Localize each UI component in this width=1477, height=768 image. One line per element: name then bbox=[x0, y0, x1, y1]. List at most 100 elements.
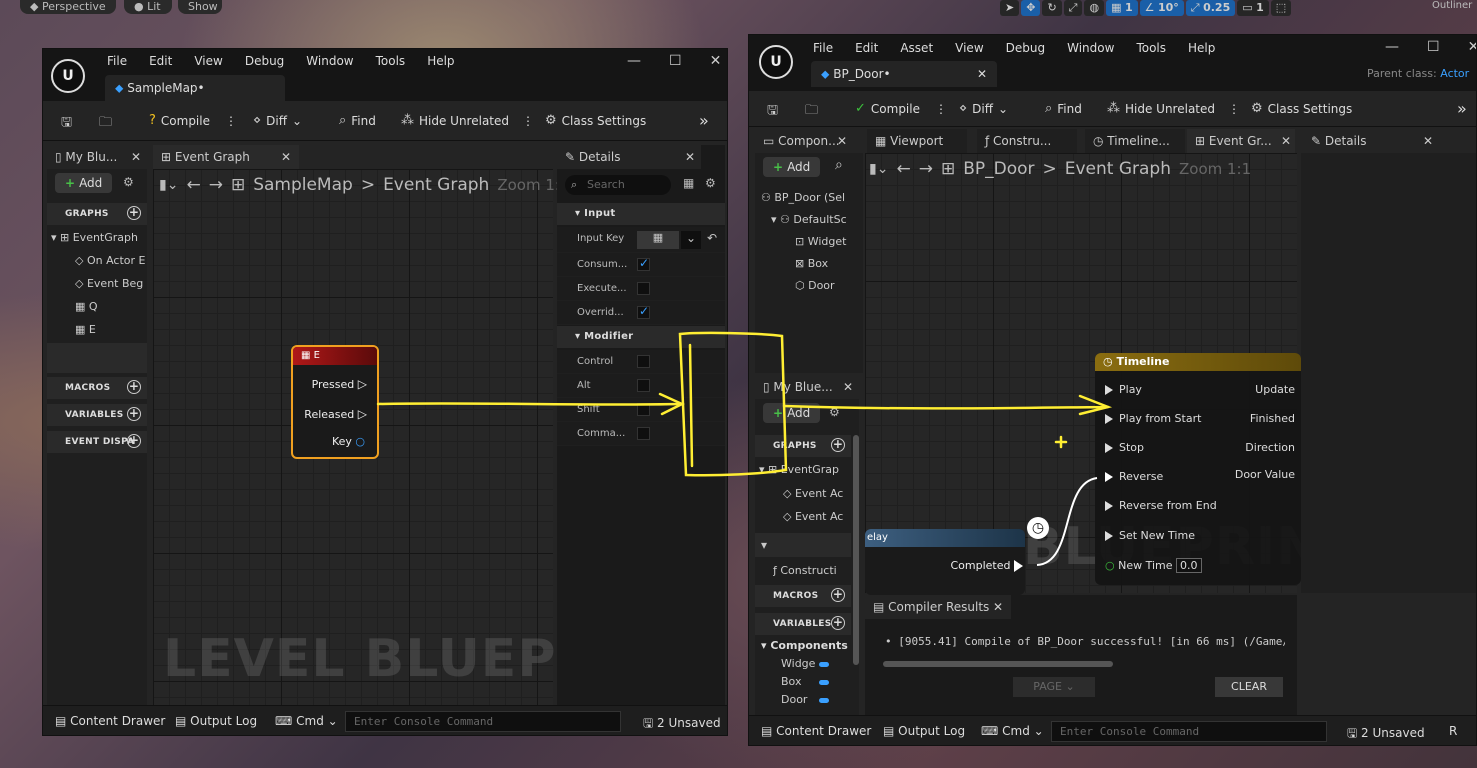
more-icon[interactable]: ⋮ bbox=[522, 114, 534, 128]
functions-section[interactable] bbox=[47, 343, 147, 373]
details-search-input[interactable]: ⌕ Search bbox=[565, 175, 671, 195]
settings-icon[interactable]: ⚙ bbox=[829, 405, 840, 419]
settings-icon[interactable]: ⚙ bbox=[705, 176, 716, 190]
camera-speed-button[interactable]: ▭ 1 bbox=[1237, 0, 1269, 16]
tab-construction[interactable]: ƒ Constru... bbox=[977, 129, 1077, 153]
settings-icon[interactable]: ⚙ bbox=[123, 175, 134, 189]
unsaved-button[interactable]: 🖫 2 Unsaved bbox=[1347, 724, 1425, 745]
tree-item-event-actor-1[interactable]: ◇ Event Ac bbox=[783, 487, 851, 500]
tree-item-event-begin[interactable]: ◇ Event Beg bbox=[75, 277, 147, 290]
diff-button[interactable]: ⋄ Diff ⌄ bbox=[959, 101, 1008, 116]
close-icon[interactable]: ✕ bbox=[837, 129, 847, 153]
menu-help[interactable]: Help bbox=[1188, 41, 1215, 55]
doc-tab-bp-door[interactable]: ⬥ BP_Door• ✕ bbox=[811, 61, 997, 87]
class-settings-button[interactable]: ⚙ Class Settings bbox=[1251, 101, 1352, 116]
close-icon[interactable]: ✕ bbox=[1423, 129, 1433, 153]
more-icon[interactable]: ⋮ bbox=[225, 114, 237, 128]
event-graph-canvas[interactable]: ▮⌄ ← → ⊞ SampleMap > Event Graph Zoom 1:… bbox=[153, 169, 698, 705]
component-door[interactable]: ⬡ Door bbox=[795, 279, 861, 292]
save-button[interactable]: 🖫 bbox=[767, 101, 778, 123]
unsaved-button[interactable]: 🖫 2 Unsaved bbox=[643, 714, 721, 735]
close-icon[interactable]: ✕ bbox=[1468, 39, 1476, 55]
close-icon[interactable]: ✕ bbox=[977, 61, 987, 87]
menu-file[interactable]: File bbox=[813, 41, 833, 55]
pressed-pin[interactable]: Pressed ▷ bbox=[312, 377, 367, 391]
bookmark-icon[interactable]: ▮⌄ bbox=[159, 177, 178, 193]
modifier-category[interactable]: ▾ Modifier bbox=[557, 326, 725, 348]
tab-details[interactable]: ✎ Details ✕ bbox=[1303, 129, 1439, 153]
control-checkbox[interactable] bbox=[637, 355, 650, 368]
add-button[interactable]: + Add bbox=[763, 403, 821, 423]
lit-button[interactable]: ● Lit bbox=[124, 0, 172, 14]
maximize-icon[interactable]: ⬚ bbox=[1270, 0, 1292, 16]
cmd-dropdown[interactable]: ⌨ Cmd ⌄ bbox=[275, 714, 338, 728]
move-icon[interactable]: ✥ bbox=[1021, 0, 1041, 16]
expand-toolbar-icon[interactable]: » bbox=[699, 111, 709, 130]
close-icon[interactable]: ✕ bbox=[993, 595, 1003, 619]
close-icon[interactable]: ✕ bbox=[843, 375, 853, 399]
variables-section[interactable]: VARIABLES + bbox=[755, 613, 851, 635]
more-icon[interactable]: ⋮ bbox=[935, 102, 947, 116]
back-icon[interactable]: ← bbox=[186, 175, 200, 195]
add-macro-icon[interactable]: + bbox=[831, 588, 845, 602]
console-command-input[interactable]: Enter Console Command bbox=[345, 711, 621, 732]
find-button[interactable]: ⌕ Find bbox=[339, 113, 376, 128]
class-settings-button[interactable]: ⚙ Class Settings bbox=[545, 113, 646, 128]
my-blueprint-tab[interactable]: ▯ My Blu... ✕ bbox=[47, 145, 147, 169]
tab-timeline[interactable]: ◷ Timeline... bbox=[1085, 129, 1185, 153]
tab-components[interactable]: ▭ Compon... ✕ bbox=[755, 129, 851, 153]
menu-file[interactable]: File bbox=[107, 54, 127, 68]
tab-viewport[interactable]: ▦ Viewport bbox=[867, 129, 967, 153]
outliner-label[interactable]: Outliner bbox=[1432, 0, 1472, 11]
tree-item-eventgraph[interactable]: ▾ ⊞ EventGraph bbox=[51, 231, 147, 244]
functions-section[interactable]: ▾ bbox=[755, 533, 851, 557]
chevron-down-icon[interactable]: ⌄ bbox=[681, 231, 701, 249]
add-macro-icon[interactable]: + bbox=[127, 380, 141, 394]
scale-snap-button[interactable]: ⤢ 0.25 bbox=[1185, 0, 1236, 16]
components-category[interactable]: ▾ Components bbox=[761, 639, 851, 652]
tree-item-e[interactable]: ▦ E bbox=[75, 323, 147, 336]
browse-button[interactable]: 🗀 bbox=[805, 101, 818, 123]
save-button[interactable]: 🖫 bbox=[61, 113, 72, 135]
rotation-snap-button[interactable]: ∠ 10° bbox=[1139, 0, 1184, 16]
menu-view[interactable]: View bbox=[955, 41, 983, 55]
menu-window[interactable]: Window bbox=[306, 54, 353, 68]
table-view-icon[interactable]: ▦ bbox=[683, 176, 694, 190]
forward-icon[interactable]: → bbox=[209, 175, 223, 195]
close-icon[interactable]: ✕ bbox=[685, 145, 695, 169]
key-e-node[interactable]: ▦ E Pressed ▷ Released ▷ Key ○ bbox=[291, 345, 379, 459]
add-button[interactable]: + Add bbox=[55, 173, 113, 193]
horizontal-scrollbar[interactable] bbox=[883, 661, 1113, 667]
event-graph-canvas[interactable]: ▮⌄ ← → ⊞ BP_Door > Event Graph Zoom 1:1 … bbox=[865, 153, 1356, 595]
menu-asset[interactable]: Asset bbox=[900, 41, 933, 55]
close-icon[interactable]: ✕ bbox=[1281, 129, 1291, 153]
add-component-button[interactable]: + Add bbox=[763, 157, 821, 177]
released-pin[interactable]: Released ▷ bbox=[304, 407, 367, 421]
graphs-section[interactable]: GRAPHS + bbox=[755, 435, 851, 457]
add-graph-icon[interactable]: + bbox=[831, 438, 845, 452]
macros-section[interactable]: MACROS + bbox=[47, 377, 147, 399]
tree-item-q[interactable]: ▦ Q bbox=[75, 300, 147, 313]
menu-tools[interactable]: Tools bbox=[1136, 41, 1166, 55]
var-door[interactable]: Door bbox=[781, 693, 851, 706]
search-icon[interactable]: ⌕ bbox=[835, 157, 843, 173]
tab-event-graph[interactable]: ⊞ Event Gr... ✕ bbox=[1187, 129, 1295, 153]
hide-unrelated-button[interactable]: ⁂ Hide Unrelated ⋮ bbox=[1107, 101, 1240, 116]
browse-button[interactable]: 🗀 bbox=[99, 113, 112, 135]
shift-checkbox[interactable] bbox=[637, 403, 650, 416]
cmd-dropdown[interactable]: ⌨ Cmd ⌄ bbox=[981, 724, 1044, 738]
compile-button[interactable]: ? Compile ⋮ bbox=[149, 113, 237, 128]
find-button[interactable]: ⌕ Find bbox=[1045, 101, 1082, 116]
console-command-input[interactable]: Enter Console Command bbox=[1051, 721, 1327, 742]
menu-window[interactable]: Window bbox=[1067, 41, 1114, 55]
more-icon[interactable]: ⋮ bbox=[1228, 102, 1240, 116]
doc-tab-samplemap[interactable]: ⬥ SampleMap• bbox=[105, 75, 285, 101]
alt-checkbox[interactable] bbox=[637, 379, 650, 392]
component-bp-door[interactable]: ⚇ BP_Door (Sel bbox=[761, 191, 861, 204]
add-dispatcher-icon[interactable]: + bbox=[127, 434, 141, 448]
component-default-scene[interactable]: ▾ ⚇ DefaultSc bbox=[771, 213, 861, 226]
menu-tools[interactable]: Tools bbox=[376, 54, 406, 68]
maximize-icon[interactable]: ☐ bbox=[1427, 39, 1440, 55]
page-dropdown[interactable]: PAGE ⌄ bbox=[1013, 677, 1095, 697]
var-widget[interactable]: Widge bbox=[781, 657, 851, 670]
